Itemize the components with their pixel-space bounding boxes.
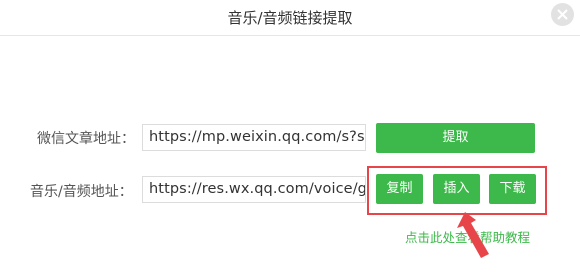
arrow-pointer-icon	[457, 212, 489, 258]
audio-url-input[interactable]: https://res.wx.qq.com/voice/g	[142, 176, 366, 203]
close-button[interactable]	[551, 3, 574, 26]
dialog-header: 音乐/音频链接提取	[0, 0, 580, 36]
insert-button[interactable]: 插入	[433, 174, 480, 204]
audio-url-label: 音乐/音频地址：	[30, 184, 133, 200]
dialog-title: 音乐/音频链接提取	[227, 9, 353, 27]
copy-button[interactable]: 复制	[376, 174, 423, 204]
extract-button[interactable]: 提取	[376, 123, 535, 153]
close-icon	[557, 9, 568, 20]
wechat-url-input[interactable]: https://mp.weixin.qq.com/s?sn	[142, 124, 366, 151]
wechat-url-label: 微信文章地址：	[37, 131, 135, 147]
download-button[interactable]: 下载	[489, 174, 536, 204]
